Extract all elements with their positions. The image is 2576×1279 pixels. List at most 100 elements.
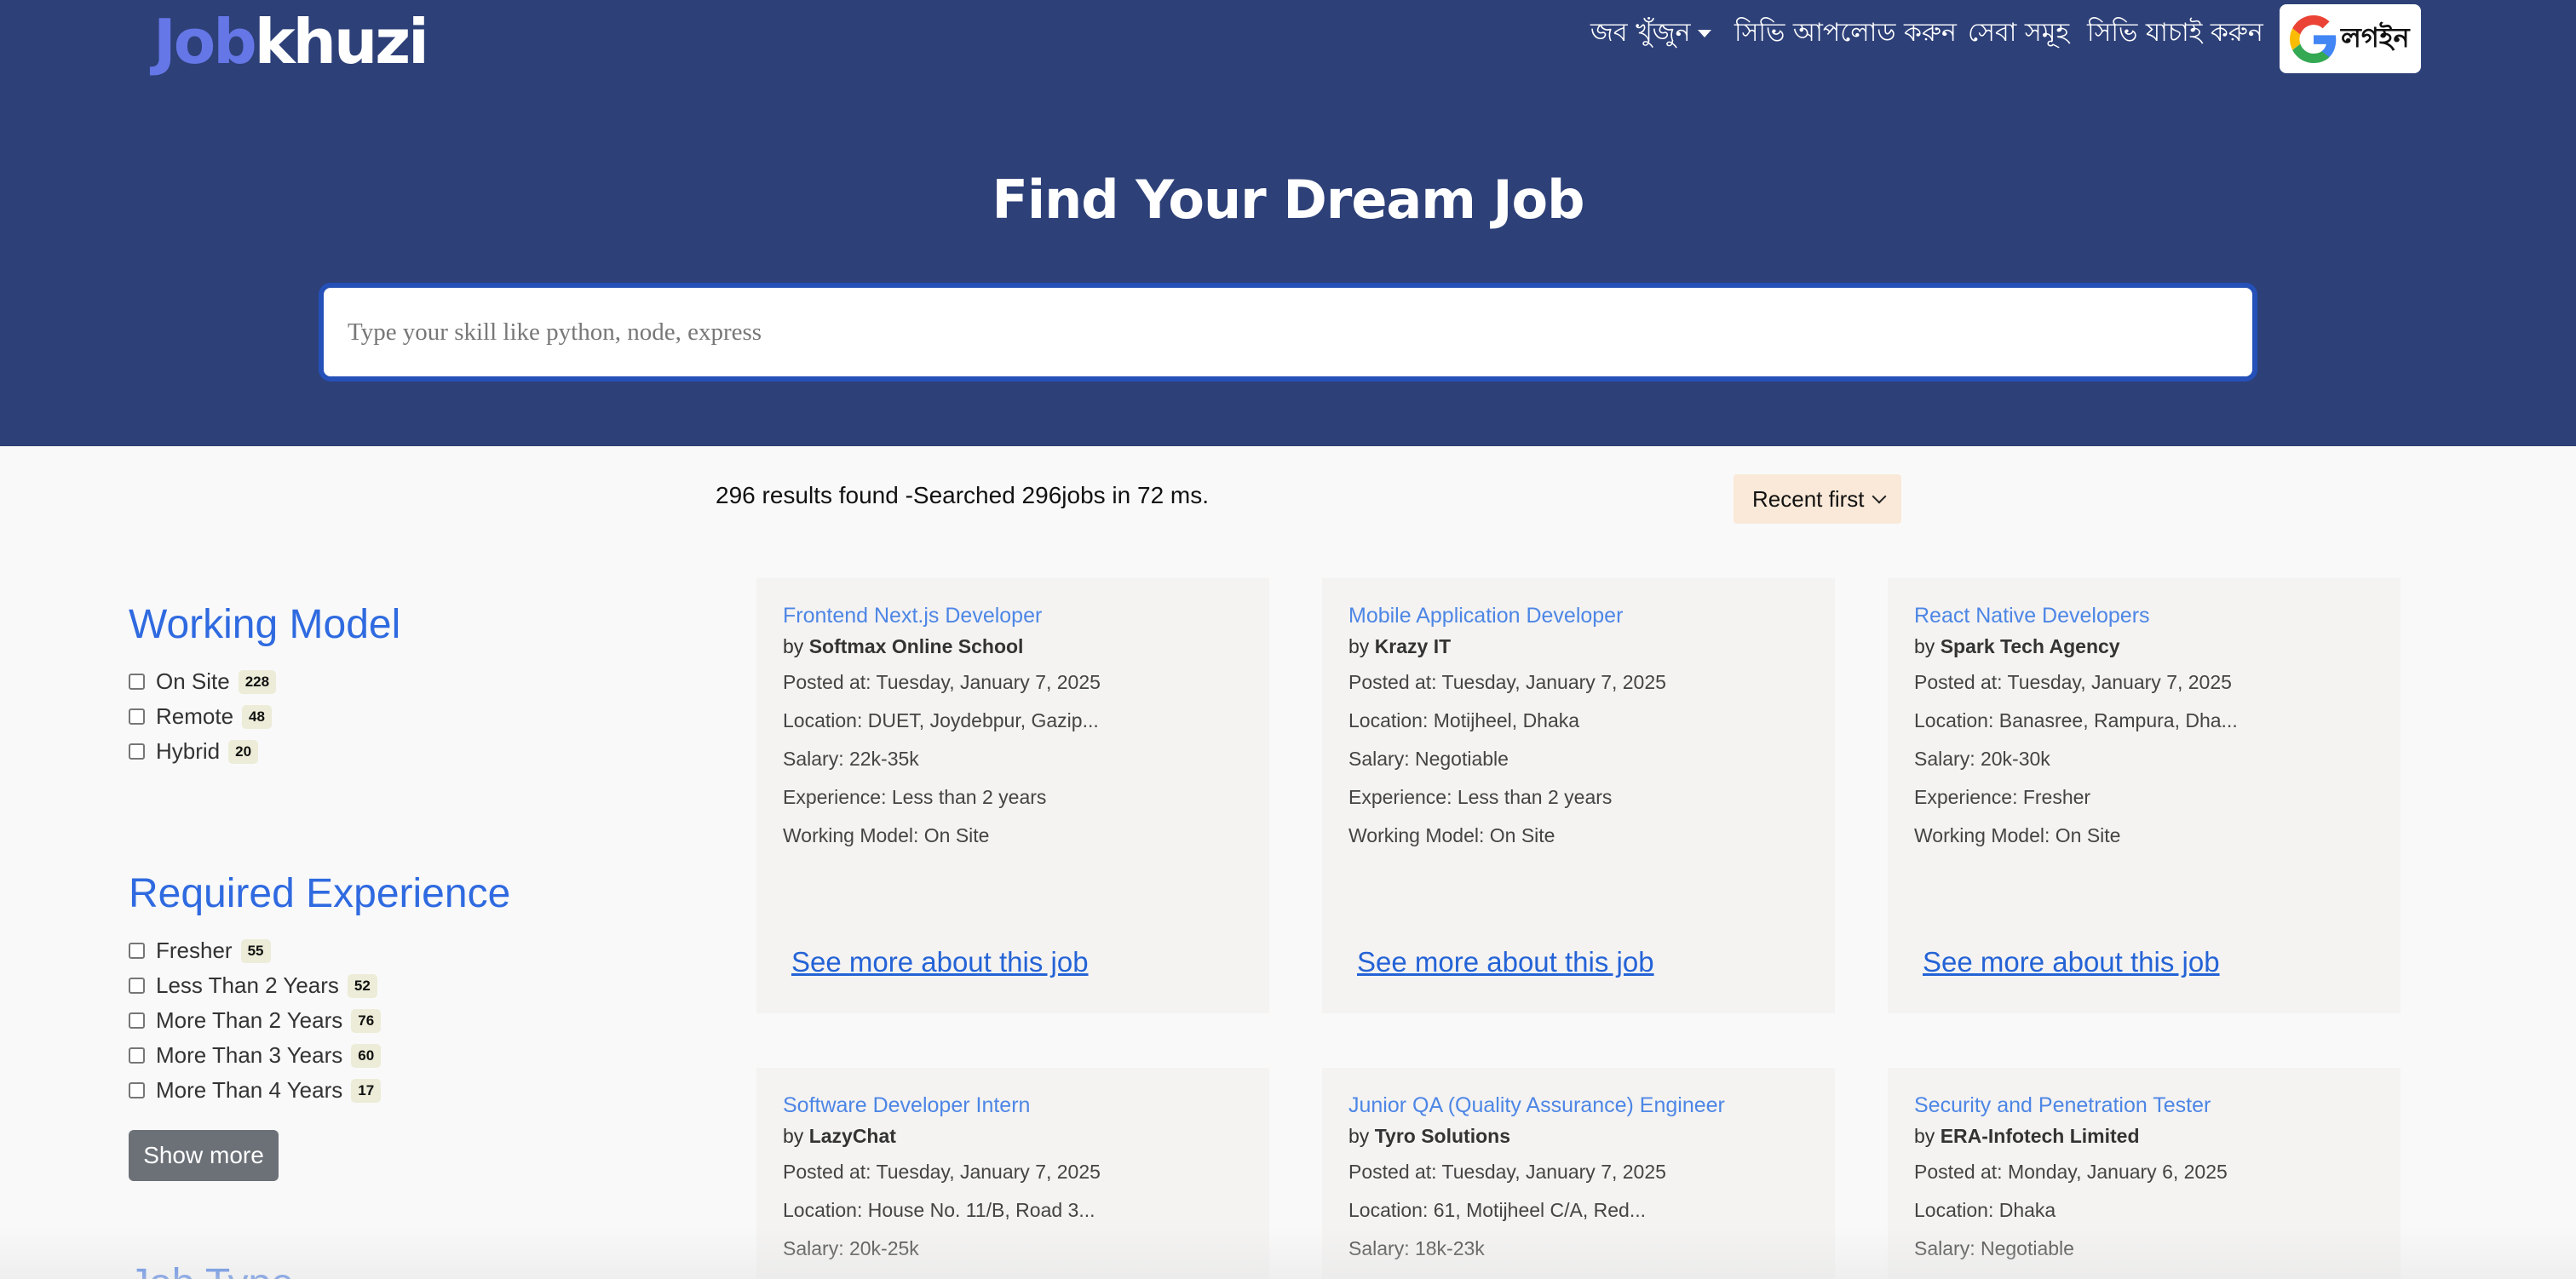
checkbox[interactable] — [129, 943, 145, 959]
logo-part-job: Job — [153, 6, 257, 77]
by-label: by — [1914, 1125, 1941, 1147]
job-card: Frontend Next.js Developer by Softmax On… — [756, 578, 1269, 1013]
filter-label: Hybrid — [156, 738, 221, 764]
filter-item-more-than-2[interactable]: More Than 2 Years 76 — [129, 1003, 382, 1038]
company-name: ERA-Infotech Limited — [1940, 1125, 2140, 1147]
job-posted: Posted at: Tuesday, January 7, 2025 — [783, 671, 1101, 693]
job-working-model: Working Model: On Site — [1914, 824, 2121, 846]
job-card: Software Developer Intern by LazyChat Po… — [756, 1068, 1269, 1279]
google-icon — [2290, 14, 2337, 63]
job-title-link[interactable]: Security and Penetration Tester — [1914, 1093, 2211, 1118]
job-company: by Spark Tech Agency — [1914, 635, 2120, 658]
job-location: Location: Banasree, Rampura, Dha... — [1914, 709, 2238, 731]
filter-title-experience: Required Experience — [129, 871, 511, 916]
count-badge: 17 — [351, 1078, 382, 1103]
company-name: Softmax Online School — [808, 635, 1024, 657]
job-location: Location: 61, Motijheel C/A, Red... — [1348, 1199, 1647, 1221]
show-more-button[interactable]: Show more — [129, 1130, 279, 1181]
checkbox[interactable] — [129, 743, 145, 760]
filter-item-remote[interactable]: Remote 48 — [129, 699, 276, 734]
company-name: LazyChat — [808, 1125, 896, 1147]
nav-services[interactable]: সেবা সমূহ — [1968, 12, 2069, 55]
by-label: by — [783, 635, 809, 657]
jobkhuzi-logo[interactable]: Jobkhuzi — [153, 3, 429, 80]
job-posted: Posted at: Monday, January 6, 2025 — [1914, 1161, 2228, 1183]
filter-label: More Than 3 Years — [156, 1042, 343, 1068]
sort-select[interactable]: Recent first — [1734, 474, 1901, 524]
results-summary: 296 results found -Searched 296jobs in 7… — [716, 482, 1210, 508]
job-working-model: Working Model: On Site — [783, 824, 990, 846]
count-badge: 228 — [238, 669, 277, 694]
job-working-model: Working Model: On Site — [1348, 824, 1555, 846]
nav-check-cv[interactable]: সিভি যাচাই করুন — [2087, 12, 2263, 55]
filter-item-more-than-4[interactable]: More Than 4 Years 17 — [129, 1073, 382, 1108]
by-label: by — [1348, 1125, 1375, 1147]
job-posted: Posted at: Tuesday, January 7, 2025 — [783, 1161, 1101, 1183]
job-title-link[interactable]: Frontend Next.js Developer — [783, 604, 1042, 628]
hero-header: Jobkhuzi জব খুঁজুন সিভি আপলোড করুন সেবা … — [0, 0, 2576, 446]
company-name: Tyro Solutions — [1374, 1125, 1510, 1147]
job-salary: Salary: 20k-25k — [783, 1237, 919, 1259]
job-title-link[interactable]: Software Developer Intern — [783, 1093, 1030, 1118]
job-posted: Posted at: Tuesday, January 7, 2025 — [1348, 671, 1666, 693]
job-card: Security and Penetration Tester by ERA-I… — [1888, 1068, 2401, 1279]
experience-filter-list: Fresher 55 Less Than 2 Years 52 More Tha… — [129, 933, 382, 1108]
filter-item-less-than-2[interactable]: Less Than 2 Years 52 — [129, 968, 381, 1003]
checkbox[interactable] — [129, 1012, 145, 1029]
job-salary: Salary: 18k-23k — [1348, 1237, 1485, 1259]
company-name: Spark Tech Agency — [1940, 635, 2120, 657]
job-posted: Posted at: Tuesday, January 7, 2025 — [1348, 1161, 1666, 1183]
job-title-link[interactable]: React Native Developers — [1914, 604, 2150, 628]
job-company: by Tyro Solutions — [1348, 1125, 1510, 1148]
skill-search-input[interactable] — [324, 288, 2252, 376]
count-badge: 48 — [242, 704, 272, 729]
job-experience: Experience: Less than 2 years — [1348, 786, 1613, 808]
caret-down-icon — [1697, 30, 1711, 37]
google-login-button[interactable]: লগইন — [2280, 4, 2421, 73]
job-experience: Experience: Less than 2 years — [783, 786, 1047, 808]
job-card: React Native Developers by Spark Tech Ag… — [1888, 578, 2401, 1013]
job-company: by Krazy IT — [1348, 635, 1451, 658]
login-label: লগইন — [2341, 20, 2410, 54]
filter-item-on-site[interactable]: On Site 228 — [129, 664, 277, 699]
filter-item-fresher[interactable]: Fresher 55 — [129, 933, 381, 968]
filter-label: Less Than 2 Years — [156, 972, 339, 998]
filter-title-job-type: Job Type — [129, 1260, 294, 1279]
checkbox[interactable] — [129, 1082, 145, 1098]
see-more-job-link[interactable]: See more about this job — [1923, 946, 2220, 978]
count-badge: 52 — [347, 973, 377, 998]
job-salary: Salary: Negotiable — [1348, 748, 1509, 770]
checkbox[interactable] — [129, 1047, 145, 1064]
sort-selected-value: Recent first — [1752, 485, 1865, 512]
job-company: by ERA-Infotech Limited — [1914, 1125, 2140, 1148]
by-label: by — [783, 1125, 809, 1147]
by-label: by — [1348, 635, 1375, 657]
job-card: Mobile Application Developer by Krazy IT… — [1322, 578, 1835, 1013]
job-experience: Experience: Fresher — [1914, 786, 2091, 808]
chevron-down-icon — [1872, 489, 1887, 504]
company-name: Krazy IT — [1374, 635, 1452, 657]
job-title-link[interactable]: Mobile Application Developer — [1348, 604, 1623, 628]
job-title-link[interactable]: Junior QA (Quality Assurance) Engineer — [1348, 1093, 1725, 1118]
see-more-job-link[interactable]: See more about this job — [1357, 946, 1654, 978]
filter-label: Remote — [156, 703, 234, 729]
filter-item-hybrid[interactable]: Hybrid 20 — [129, 734, 276, 769]
nav-upload-cv[interactable]: সিভি আপলোড করুন — [1734, 12, 1957, 55]
filter-item-more-than-3[interactable]: More Than 3 Years 60 — [129, 1038, 382, 1073]
job-company: by LazyChat — [783, 1125, 896, 1148]
logo-part-khuzi: khuzi — [254, 6, 429, 77]
job-card: Junior QA (Quality Assurance) Engineer b… — [1322, 1068, 1835, 1279]
nav-find-jobs-label: জব খুঁজুন — [1590, 18, 1691, 48]
count-badge: 20 — [228, 739, 259, 764]
filter-label: More Than 4 Years — [156, 1077, 343, 1103]
job-location: Location: Dhaka — [1914, 1199, 2056, 1221]
nav-find-jobs-dropdown[interactable]: জব খুঁজুন — [1590, 12, 1711, 55]
filter-title-working-model: Working Model — [129, 602, 401, 647]
filter-label: On Site — [156, 668, 230, 694]
checkbox[interactable] — [129, 978, 145, 994]
filter-label: Fresher — [156, 938, 233, 963]
checkbox[interactable] — [129, 708, 145, 725]
see-more-job-link[interactable]: See more about this job — [791, 946, 1089, 978]
checkbox[interactable] — [129, 674, 145, 690]
job-salary: Salary: Negotiable — [1914, 1237, 2074, 1259]
